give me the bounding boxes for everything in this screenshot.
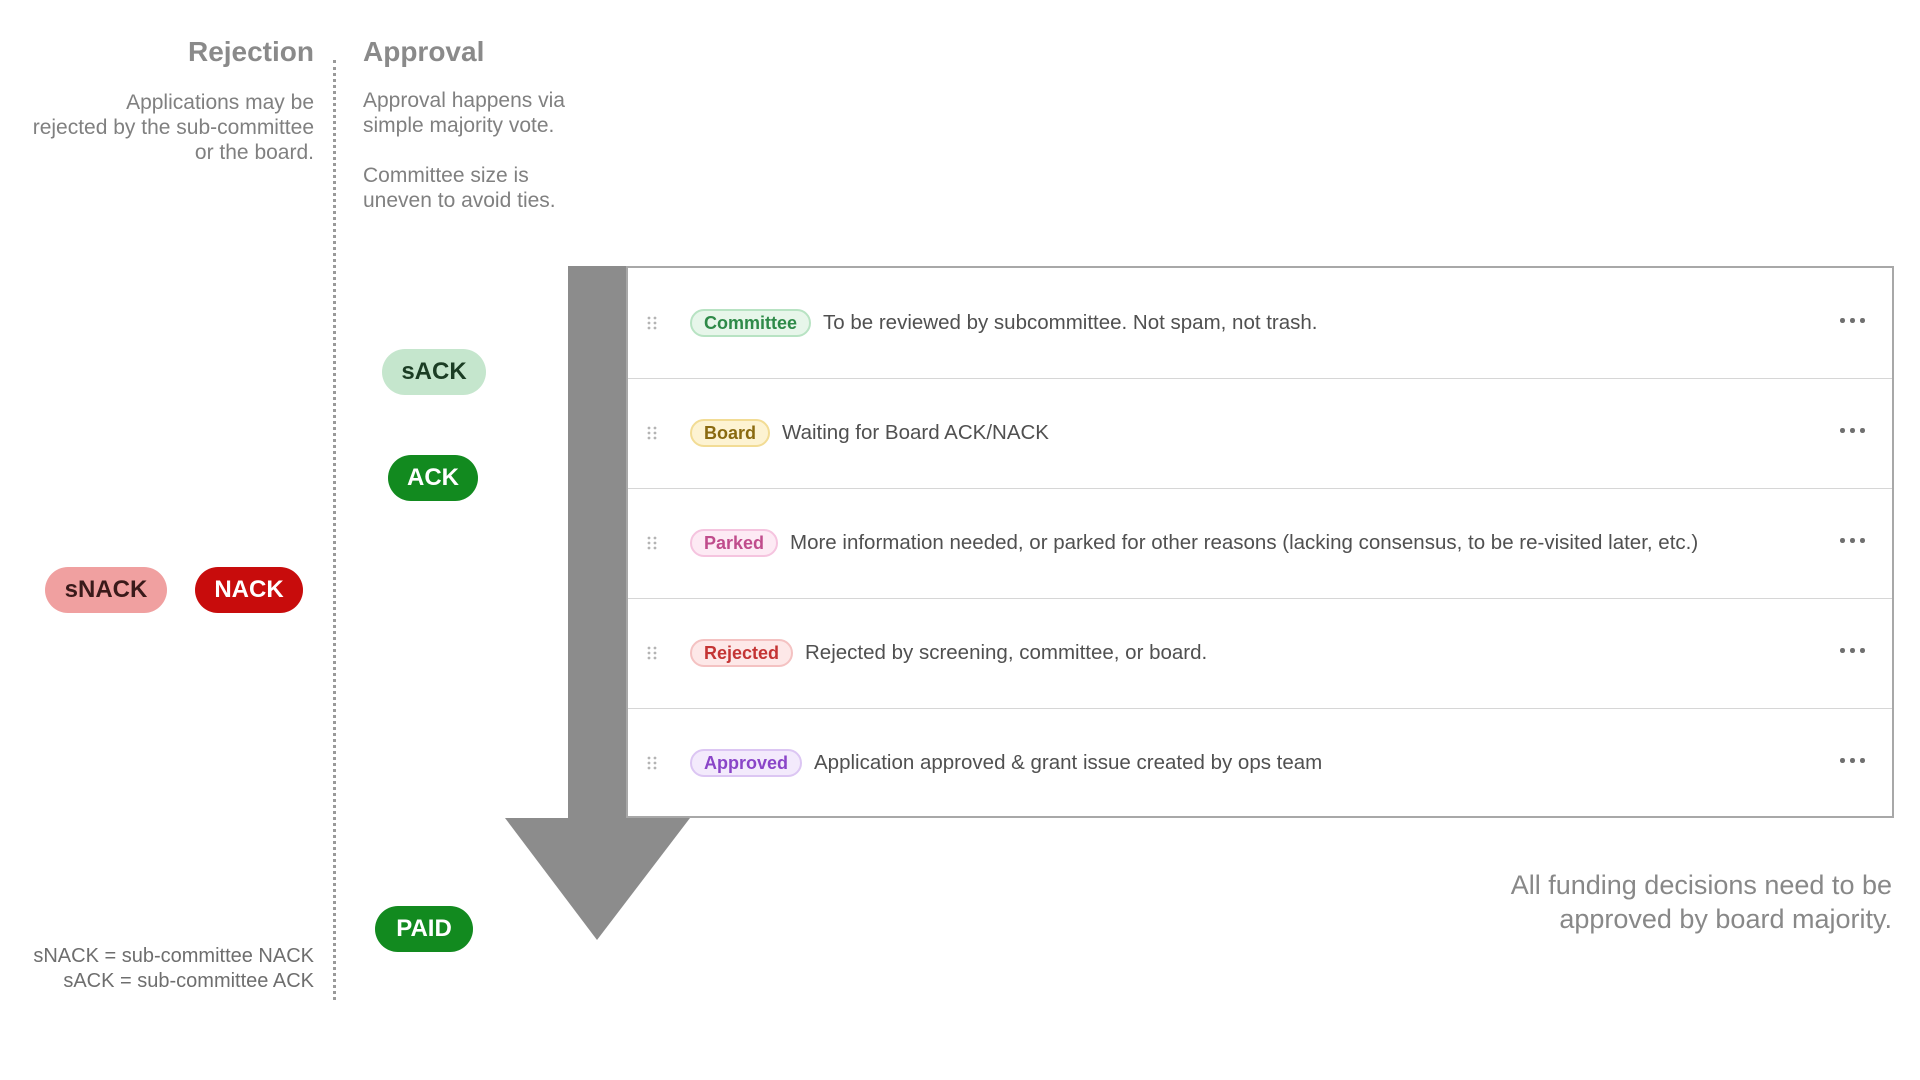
status-description: Rejected by screening, committee, or boa… [805, 641, 1208, 664]
snack-pill: sNACK [45, 567, 167, 613]
board-majority-note: All funding decisions need to be approve… [1510, 870, 1892, 934]
status-list-panel: Committee To be reviewed by subcommittee.… [626, 266, 1894, 818]
drag-handle-icon[interactable] [646, 535, 658, 551]
status-badge-committee: Committee [690, 309, 812, 337]
drag-handle-icon[interactable] [646, 645, 658, 661]
status-row-approved[interactable]: Approved Application approved & grant iss… [628, 708, 1892, 818]
status-row-committee[interactable]: Committee To be reviewed by subcommittee.… [628, 268, 1892, 378]
more-horizontal-icon[interactable] [1840, 537, 1868, 545]
more-horizontal-icon[interactable] [1840, 317, 1868, 325]
drag-handle-icon[interactable] [646, 425, 658, 441]
rejection-description: Applications may be rejected by the sub-… [32, 91, 314, 164]
column-divider [333, 60, 336, 1000]
rejection-heading: Rejection [187, 36, 314, 67]
nack-pill: NACK [195, 567, 303, 613]
drag-handle-icon[interactable] [646, 315, 658, 331]
approval-heading: Approval [363, 36, 485, 67]
status-badge-parked: Parked [690, 529, 779, 557]
status-description: To be reviewed by subcommittee. Not spam… [823, 311, 1318, 334]
more-horizontal-icon[interactable] [1840, 647, 1868, 655]
status-row-rejected[interactable]: Rejected Rejected by screening, committee… [628, 598, 1892, 708]
ack-pill: ACK [388, 455, 478, 501]
status-row-board[interactable]: Board Waiting for Board ACK/NACK [628, 378, 1892, 488]
status-description: More information needed, or parked for o… [790, 531, 1699, 554]
approval-description-majority: Approval happens via simple majority vot… [363, 89, 565, 137]
drag-handle-icon[interactable] [646, 755, 658, 771]
paid-pill: PAID [375, 906, 473, 952]
sack-pill: sACK [382, 349, 486, 395]
more-horizontal-icon[interactable] [1840, 427, 1868, 435]
status-description: Application approved & grant issue creat… [814, 751, 1323, 774]
status-badge-board: Board [690, 419, 771, 447]
abbreviation-legend: sNACK = sub-committee NACK sACK = sub-co… [33, 945, 314, 992]
status-row-parked[interactable]: Parked More information needed, or parked… [628, 488, 1892, 598]
diagram-canvas: Rejection Applications may be rejected b… [0, 0, 1920, 1080]
status-description: Waiting for Board ACK/NACK [782, 421, 1049, 444]
more-horizontal-icon[interactable] [1840, 757, 1868, 765]
status-badge-rejected: Rejected [690, 639, 794, 667]
approval-description-committee-size: Committee size is uneven to avoid ties. [363, 164, 556, 212]
status-badge-approved: Approved [690, 749, 803, 777]
